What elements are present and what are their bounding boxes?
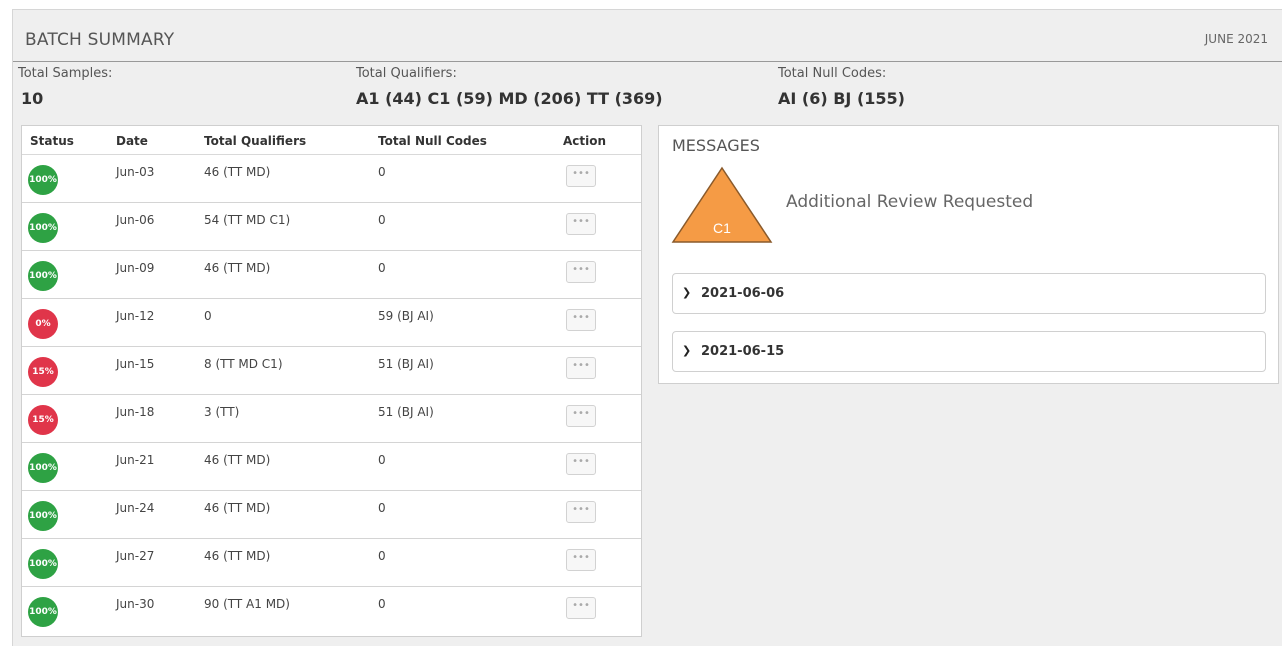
status-badge: 100% <box>28 597 58 627</box>
table-row: 15% Jun-18 3 (TT) 51 (BJ AI) ••• <box>22 395 641 443</box>
table-row: 100% Jun-24 46 (TT MD) 0 ••• <box>22 491 641 539</box>
warning-triangle-icon: C1 <box>671 166 773 243</box>
row-action-button[interactable]: ••• <box>566 405 596 427</box>
cell-null-codes: 0 <box>378 165 386 179</box>
batch-summary-panel: BATCH SUMMARY JUNE 2021 Total Samples: 1… <box>12 9 1282 646</box>
table-header: Status Date Total Qualifiers Total Null … <box>22 126 641 155</box>
row-action-button[interactable]: ••• <box>566 501 596 523</box>
table-row: 100% Jun-03 46 (TT MD) 0 ••• <box>22 155 641 203</box>
cell-null-codes: 0 <box>378 453 386 467</box>
cell-date: Jun-21 <box>116 453 155 467</box>
table-row: 0% Jun-12 0 59 (BJ AI) ••• <box>22 299 641 347</box>
status-badge: 15% <box>28 405 58 435</box>
cell-qualifiers: 3 (TT) <box>204 405 240 419</box>
status-badge: 100% <box>28 549 58 579</box>
message-entry[interactable]: ❯ 2021-06-06 <box>672 273 1266 314</box>
warning-message: Additional Review Requested <box>786 192 1034 212</box>
cell-date: Jun-06 <box>116 213 155 227</box>
row-action-button[interactable]: ••• <box>566 597 596 619</box>
row-action-button[interactable]: ••• <box>566 261 596 283</box>
total-qualifiers-label: Total Qualifiers: <box>356 66 457 81</box>
row-action-button[interactable]: ••• <box>566 453 596 475</box>
row-action-button[interactable]: ••• <box>566 309 596 331</box>
cell-qualifiers: 0 <box>204 309 212 323</box>
row-action-button[interactable]: ••• <box>566 213 596 235</box>
message-entry-date: 2021-06-15 <box>701 344 785 359</box>
status-badge: 100% <box>28 165 58 195</box>
chevron-right-icon: ❯ <box>682 344 692 357</box>
period-label: JUNE 2021 <box>1204 32 1268 46</box>
status-badge: 100% <box>28 213 58 243</box>
cell-date: Jun-15 <box>116 357 155 371</box>
row-action-button[interactable]: ••• <box>566 165 596 187</box>
cell-qualifiers: 46 (TT MD) <box>204 501 271 515</box>
cell-qualifiers: 90 (TT A1 MD) <box>204 597 290 611</box>
cell-null-codes: 0 <box>378 549 386 563</box>
cell-date: Jun-12 <box>116 309 155 323</box>
cell-date: Jun-03 <box>116 165 155 179</box>
column-header-qualifiers: Total Qualifiers <box>204 134 307 148</box>
cell-date: Jun-09 <box>116 261 155 275</box>
cell-null-codes: 0 <box>378 597 386 611</box>
warning-code: C1 <box>713 220 731 236</box>
chevron-right-icon: ❯ <box>682 286 692 299</box>
cell-date: Jun-24 <box>116 501 155 515</box>
status-badge: 100% <box>28 261 58 291</box>
message-entry-date: 2021-06-06 <box>701 286 785 301</box>
table-row: 100% Jun-27 46 (TT MD) 0 ••• <box>22 539 641 587</box>
column-header-status: Status <box>30 134 74 148</box>
table-row: 100% Jun-30 90 (TT A1 MD) 0 ••• <box>22 587 641 635</box>
cell-qualifiers: 46 (TT MD) <box>204 261 271 275</box>
total-null-codes-label: Total Null Codes: <box>778 66 887 81</box>
cell-null-codes: 51 (BJ AI) <box>378 357 434 371</box>
cell-qualifiers: 8 (TT MD C1) <box>204 357 283 371</box>
column-header-date: Date <box>116 134 148 148</box>
page-title: BATCH SUMMARY <box>25 30 175 50</box>
column-header-null-codes: Total Null Codes <box>378 134 487 148</box>
cell-qualifiers: 46 (TT MD) <box>204 165 271 179</box>
cell-qualifiers: 54 (TT MD C1) <box>204 213 291 227</box>
row-action-button[interactable]: ••• <box>566 357 596 379</box>
total-qualifiers-value: A1 (44) C1 (59) MD (206) TT (369) <box>356 89 663 108</box>
messages-panel: MESSAGES C1 Additional Review Requested … <box>658 125 1279 384</box>
status-badge: 100% <box>28 453 58 483</box>
table-row: 100% Jun-06 54 (TT MD C1) 0 ••• <box>22 203 641 251</box>
table-row: 15% Jun-15 8 (TT MD C1) 51 (BJ AI) ••• <box>22 347 641 395</box>
cell-null-codes: 59 (BJ AI) <box>378 309 434 323</box>
cell-null-codes: 51 (BJ AI) <box>378 405 434 419</box>
total-samples-label: Total Samples: <box>18 66 113 81</box>
message-entry[interactable]: ❯ 2021-06-15 <box>672 331 1266 372</box>
table-row: 100% Jun-09 46 (TT MD) 0 ••• <box>22 251 641 299</box>
messages-title: MESSAGES <box>672 136 760 155</box>
cell-null-codes: 0 <box>378 261 386 275</box>
table-row: 100% Jun-21 46 (TT MD) 0 ••• <box>22 443 641 491</box>
samples-table: Status Date Total Qualifiers Total Null … <box>21 125 642 637</box>
total-null-codes-value: AI (6) BJ (155) <box>778 89 905 108</box>
status-badge: 0% <box>28 309 58 339</box>
column-header-action: Action <box>563 134 607 148</box>
cell-null-codes: 0 <box>378 501 386 515</box>
status-badge: 15% <box>28 357 58 387</box>
cell-date: Jun-27 <box>116 549 155 563</box>
row-action-button[interactable]: ••• <box>566 549 596 571</box>
header-divider <box>13 61 1282 62</box>
total-samples-value: 10 <box>21 89 44 108</box>
cell-null-codes: 0 <box>378 213 386 227</box>
cell-qualifiers: 46 (TT MD) <box>204 453 271 467</box>
cell-qualifiers: 46 (TT MD) <box>204 549 271 563</box>
cell-date: Jun-18 <box>116 405 155 419</box>
status-badge: 100% <box>28 501 58 531</box>
cell-date: Jun-30 <box>116 597 155 611</box>
